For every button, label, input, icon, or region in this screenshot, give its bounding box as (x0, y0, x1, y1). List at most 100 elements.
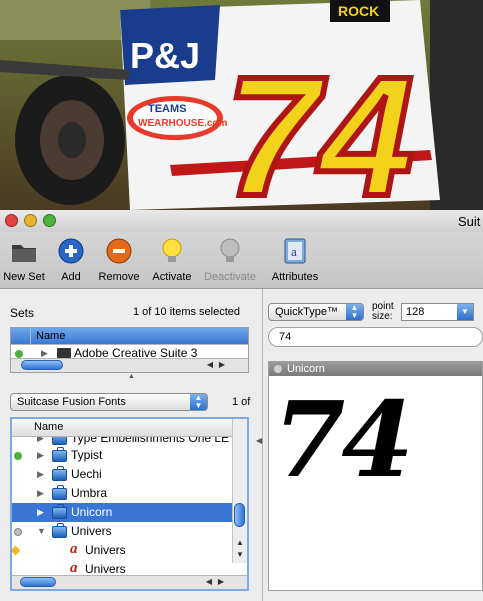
minus-icon (104, 236, 134, 266)
fonts-vertical-scrollbar[interactable]: ▲ ▼ (232, 419, 247, 563)
suitcase-icon (52, 504, 67, 519)
font-list-item[interactable]: a Univers (12, 541, 233, 560)
suitcase-icon (52, 466, 67, 481)
point-size-label: point size: (372, 302, 394, 322)
fonts-column-header-overlay: Name (12, 419, 233, 437)
set-folder-icon (57, 348, 71, 358)
font-status-dot (274, 365, 282, 373)
preview-panel: QuickType™ ▲▼ point size: 128 ▼ Unicorn … (263, 289, 483, 601)
fonts-column-name: Name (34, 421, 64, 433)
disclosure-triangle-icon[interactable]: ▶ (37, 446, 44, 465)
toolbar: New Set Add Remove Activate Deactivate a… (0, 232, 483, 289)
fonts-horizontal-scrollbar[interactable]: ◀ ▶ (12, 575, 247, 589)
car-number: 74 (225, 42, 414, 210)
rendered-preview-text: 74 (273, 378, 414, 501)
suitcase-icon (52, 485, 67, 500)
font-list-item-selected[interactable]: ▶ Unicorn (12, 503, 233, 522)
scroll-right-arrow-icon[interactable]: ▶ (216, 359, 228, 370)
disclosure-triangle-icon[interactable]: ▶ (37, 484, 44, 503)
sets-column-header[interactable]: Name (11, 328, 248, 345)
suitcase-icon (52, 447, 67, 462)
attributes-book-icon: a (280, 236, 310, 266)
decal-teams: TEAMS (148, 103, 187, 115)
activate-label: Activate (152, 271, 192, 283)
decal-pj: P&J (130, 35, 200, 76)
font-name: Univers (71, 524, 112, 538)
font-name: Umbra (71, 486, 108, 500)
attributes-button[interactable]: a Attributes (267, 236, 323, 283)
scroll-right-arrow-icon[interactable]: ▶ (215, 576, 227, 587)
sample-text-field[interactable] (268, 327, 483, 347)
fonts-list[interactable]: Name ▶ Type Embellishments One LE Name ▶… (10, 417, 249, 591)
window-titlebar[interactable]: Suit (0, 210, 483, 233)
deactivate-button[interactable]: Deactivate (201, 236, 259, 283)
sets-horizontal-scrollbar[interactable]: ◀ ▶ (11, 358, 248, 372)
disclosure-triangle-icon[interactable]: ▶ (37, 503, 44, 522)
point-size-value: 128 (406, 306, 425, 318)
add-button[interactable]: Add (56, 236, 86, 283)
sets-column-name: Name (36, 330, 66, 342)
add-label: Add (61, 271, 81, 283)
remove-button[interactable]: Remove (97, 236, 141, 283)
point-size-combobox[interactable]: 128 ▼ (401, 303, 474, 321)
lightbulb-on-icon (157, 236, 187, 266)
library-count: 1 of (232, 396, 251, 408)
scroll-up-arrow-icon[interactable]: ▲ (234, 537, 246, 548)
sets-panel: Sets 1 of 10 items selected Name ▶ Adobe… (0, 289, 262, 601)
column-divider (30, 328, 31, 344)
fonts-hscroll-thumb[interactable] (20, 577, 56, 587)
font-list-item[interactable]: ▼ Univers (12, 522, 233, 541)
library-select[interactable]: Suitcase Fusion Fonts ▲ ▼ (10, 393, 208, 411)
scroll-down-arrow-icon[interactable]: ▼ (234, 549, 246, 560)
plus-icon (56, 236, 86, 266)
new-set-button[interactable]: New Set (2, 236, 46, 283)
activate-button[interactable]: Activate (149, 236, 195, 283)
preview-font-name: Unicorn (287, 363, 325, 375)
inactive-status-dot (14, 528, 22, 536)
sets-count: 1 of 10 items selected (133, 306, 241, 318)
library-select-value: Suitcase Fusion Fonts (17, 396, 126, 408)
suitcase-icon (52, 523, 67, 538)
preview-font-header: Unicorn (269, 362, 482, 376)
scroll-left-arrow-icon[interactable]: ◀ (203, 576, 215, 587)
font-list-item[interactable]: ▶ Umbra (12, 484, 233, 503)
folder-icon (9, 236, 39, 266)
sets-scroll-thumb[interactable] (21, 360, 63, 370)
font-name: Univers (85, 543, 126, 557)
font-file-icon: a (70, 541, 78, 557)
svg-text:a: a (291, 244, 297, 259)
zoom-window-button[interactable] (43, 214, 56, 227)
fonts-vscroll-thumb[interactable] (234, 503, 245, 527)
point-label-line2: size: (372, 311, 393, 322)
remove-label: Remove (98, 271, 140, 283)
new-set-label: New Set (3, 271, 45, 283)
partial-status-diamond-icon (12, 545, 21, 556)
font-preview-area: Unicorn 74 (268, 361, 483, 591)
active-status-dot (14, 452, 22, 460)
disclosure-triangle-icon[interactable]: ▶ (37, 465, 44, 484)
font-name: Typist (71, 448, 103, 462)
deactivate-label: Deactivate (204, 271, 256, 283)
split-handle-icon[interactable]: ▲ (128, 373, 135, 380)
preview-mode-select[interactable]: QuickType™ ▲ ▼ (268, 303, 364, 321)
dropdown-arrow-icon[interactable]: ▼ (457, 304, 473, 320)
close-window-button[interactable] (5, 214, 18, 227)
decal-wearhouse: WEARHOUSE.com (138, 118, 228, 129)
font-list-item[interactable]: ▶ Uechi (12, 465, 233, 484)
minimize-window-button[interactable] (24, 214, 37, 227)
scroll-left-arrow-icon[interactable]: ◀ (204, 359, 216, 370)
top-banner: ROCK (338, 3, 379, 19)
font-list-item[interactable]: ▶ Typist (12, 446, 233, 465)
preview-mode-value: QuickType™ (275, 306, 338, 318)
lightbulb-off-icon (215, 236, 245, 266)
disclosure-triangle-expanded-icon[interactable]: ▼ (37, 522, 46, 541)
sets-list[interactable]: Name ▶ Adobe Creative Suite 3 ◀ ▶ (10, 327, 249, 373)
font-name: Unicorn (71, 505, 113, 519)
select-arrows-icon: ▲ ▼ (190, 394, 207, 410)
font-name: Uechi (71, 467, 102, 481)
desktop-background-photo: 74 P&J TEAMS WEARHOUSE.com ROCK (0, 0, 483, 210)
window-title: Suit (458, 214, 481, 229)
sets-label: Sets (10, 306, 35, 320)
active-status-dot (15, 350, 23, 358)
pane-resize-handle-icon[interactable]: ◀ (256, 436, 262, 445)
